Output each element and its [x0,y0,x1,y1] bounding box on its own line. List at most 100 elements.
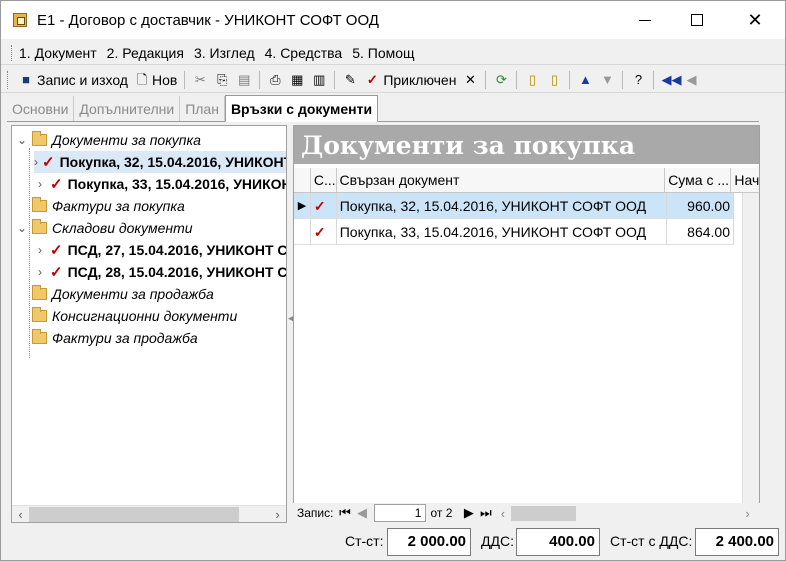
record-number-input[interactable]: 1 [374,504,427,522]
preview-button[interactable]: ▦ [286,69,308,91]
new-button[interactable]: 🗋 Нов [131,69,180,91]
paste-button[interactable]: ▤ [233,69,255,91]
last-record-icon[interactable]: ⏭ [477,505,494,521]
collapse-icon[interactable]: ⌄ [16,221,28,235]
tab-plan[interactable]: План [180,96,225,121]
edit-button[interactable]: ✎ [339,69,361,91]
expand-icon[interactable]: › [34,243,46,257]
scroll-right-icon[interactable]: › [739,506,756,521]
first-record-button[interactable]: ◀◀ [658,69,682,91]
new-doc-icon: 🗋 [136,71,148,87]
tab-document-links[interactable]: Връзки с документи [224,95,379,122]
folder-icon [32,329,47,344]
menu-edit[interactable]: 2. Редакция [107,45,184,61]
move-down-button[interactable]: ▼ [596,69,618,91]
tree-horizontal-scrollbar[interactable]: ‹ › [12,505,286,522]
tab-additional[interactable]: Допълнителни [74,96,181,121]
tree-node-purchase-invoices[interactable]: Фактури за покупка [32,195,185,217]
record-label: Запис: [297,506,334,520]
current-row-icon: ▶ [294,193,311,219]
first-record-icon[interactable]: ⏮ [336,505,353,521]
tab-basic[interactable]: Основни [7,96,75,121]
minimize-button[interactable] [619,1,671,39]
scrollbar-thumb[interactable] [29,506,239,522]
save-close-button[interactable]: ■ Запис и изход [15,69,131,91]
column-header-linked-doc[interactable]: Свързан документ [337,168,666,193]
next-record-icon[interactable]: ▶ [460,505,477,521]
minimize-icon [639,19,651,21]
table-row[interactable]: ▶ ✓ Покупка, 32, 15.04.2016, УНИКОНТ СОФ… [294,193,734,219]
expand-icon[interactable]: › [34,265,46,279]
tree-node-label: Складови документи [52,220,193,236]
tree-node-psd-28[interactable]: › ✓ ПСД, 28, 15.04.2016, УНИКОНТ СОФТ ОО… [34,261,287,283]
prev-record-button[interactable]: ◀ [680,69,702,91]
new-label: Нов [151,71,178,88]
help-button[interactable]: ? [627,69,649,91]
maximize-button[interactable] [671,1,723,39]
linked-doc-cell[interactable]: Покупка, 32, 15.04.2016, УНИКОНТ СОФТ ОО… [337,193,668,219]
preview-icon: ▦ [291,71,304,87]
export-icon: ▥ [313,71,326,87]
grid-vertical-scrollbar[interactable] [742,193,759,503]
column-header-start[interactable]: Нач [731,168,759,193]
tree-node-purchase-33[interactable]: › ✓ Покупка, 33, 15.04.2016, УНИКОНТ СОФ… [34,173,286,195]
vat-label: ДДС: [481,533,514,549]
save-icon: ■ [22,71,30,87]
panel-splitter[interactable]: ◀ [288,125,295,523]
refresh-button[interactable]: ⟳ [490,69,512,91]
linked-doc-cell[interactable]: Покупка, 33, 15.04.2016, УНИКОНТ СОФТ ОО… [337,219,668,245]
expand-icon[interactable]: › [34,155,38,169]
tree-node-consignment-docs[interactable]: Консигнационни документи [32,305,237,327]
document-tree: ⌄ Документи за покупка › ✓ Покупка, 32, … [11,125,287,523]
pages-icon: ▯ [550,71,559,87]
folder-icon [32,219,47,234]
scroll-left-icon[interactable]: ‹ [12,507,29,522]
cut-button[interactable]: ✂ [189,69,211,91]
menu-bar: 1. Документ 2. Редакция 3. Изглед 4. Сре… [1,41,785,65]
tree-guide-line [29,148,30,358]
first-icon: ◀◀ [661,71,682,87]
tree-node-sales-docs[interactable]: Документи за продажба [32,283,214,305]
expand-icon[interactable]: › [34,177,46,191]
tree-node-warehouse-docs[interactable]: ⌄ Складови документи [16,217,193,239]
record-count: от 2 [430,506,453,520]
tree-node-sales-invoices[interactable]: Фактури за продажба [32,327,198,349]
amount-cell[interactable]: 864.00 [667,219,734,245]
prev-record-icon[interactable]: ◀ [353,505,370,521]
tree-node-purchase-docs[interactable]: ⌄ Документи за покупка [16,129,201,151]
check-icon: ✓ [311,219,337,245]
tree-node-label: Покупка, 33, 15.04.2016, УНИКОНТ СОФТ ОО… [67,176,286,192]
close-button[interactable]: ✕ [729,1,781,39]
up-arrow-icon: ▲ [579,71,592,87]
check-icon: ✓ [50,242,63,259]
pages-button[interactable]: ▯ [543,69,565,91]
tree-node-label: ПСД, 28, 15.04.2016, УНИКОНТ СОФТ ООД [67,264,287,280]
page-button[interactable]: ▯ [521,69,543,91]
closed-button[interactable]: ✓ Приключен [361,69,459,91]
menu-document[interactable]: 1. Документ [19,45,97,61]
move-up-button[interactable]: ▲ [574,69,596,91]
collapse-icon[interactable]: ⌄ [16,133,28,147]
cancel-button[interactable]: ✕ [459,69,481,91]
column-header-status[interactable]: С... [311,168,337,193]
copy-button[interactable]: ⎘ [211,69,233,91]
print-button[interactable]: ⎙ [264,69,286,91]
print-icon: ⎙ [270,71,281,87]
folder-icon [32,307,47,322]
panel-title: Документи за покупка [294,126,759,164]
amount-cell[interactable]: 960.00 [667,193,734,219]
refresh-icon: ⟳ [496,71,507,87]
menu-view[interactable]: 3. Изглед [194,45,255,61]
tree-node-purchase-32[interactable]: › ✓ Покупка, 32, 15.04.2016, УНИКОНТ СОФ… [34,151,286,173]
grid-scrollbar-thumb[interactable] [511,505,577,521]
tree-node-label: Документи за покупка [52,132,201,148]
menu-tools[interactable]: 4. Средства [265,45,343,61]
column-header-amount[interactable]: Сума с ... [665,168,732,193]
menu-help[interactable]: 5. Помощ [352,45,414,61]
table-row[interactable]: ✓ Покупка, 33, 15.04.2016, УНИКОНТ СОФТ … [294,219,734,245]
scroll-right-icon[interactable]: › [269,507,286,522]
scroll-left-icon[interactable]: ‹ [494,506,511,521]
record-navigator: Запис: ⏮ ◀ 1 от 2 ▶ ⏭ ‹ › [293,503,760,523]
export-button[interactable]: ▥ [308,69,330,91]
tree-node-psd-27[interactable]: › ✓ ПСД, 27, 15.04.2016, УНИКОНТ СОФТ ОО… [34,239,286,261]
